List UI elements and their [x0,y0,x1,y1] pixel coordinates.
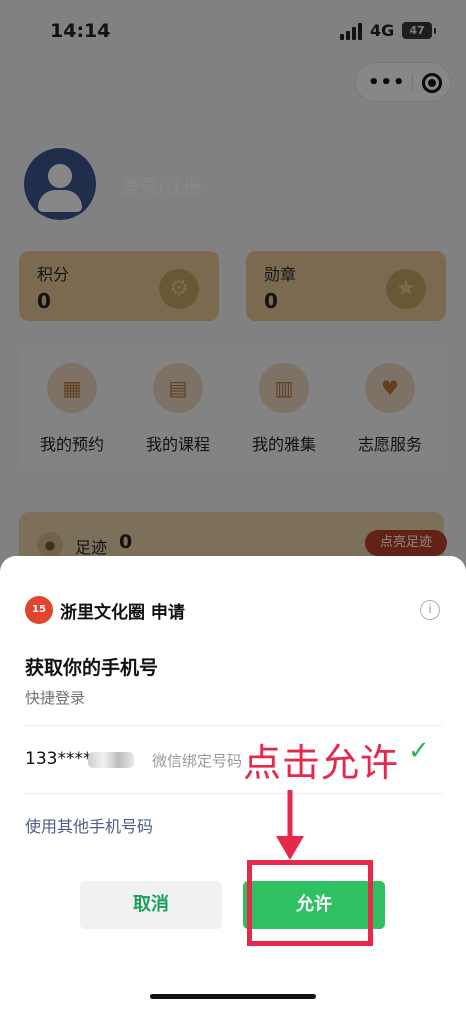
app-logo-icon: 15 [25,596,53,624]
divider [25,725,442,726]
app-request-title: 浙里文化圈 申请 [60,603,185,623]
checkmark-icon: ✓ [408,736,430,766]
info-icon[interactable]: i [420,600,440,620]
request-title: 获取你的手机号 [25,657,159,679]
use-other-phone-link[interactable]: 使用其他手机号码 [25,813,153,837]
cancel-button[interactable]: 取消 [80,881,222,929]
annotation-click-allow: 点击允许 [243,741,400,785]
blurred-digits [88,752,134,768]
home-indicator [150,994,316,999]
request-subtitle: 快捷登录 [25,689,86,707]
annotation-highlight-box [247,860,373,946]
divider [25,793,442,794]
annotation-arrow-icon [276,790,304,860]
wechat-bound-label: 微信绑定号码 [152,752,243,770]
masked-phone-number[interactable]: 133**** [25,749,91,769]
